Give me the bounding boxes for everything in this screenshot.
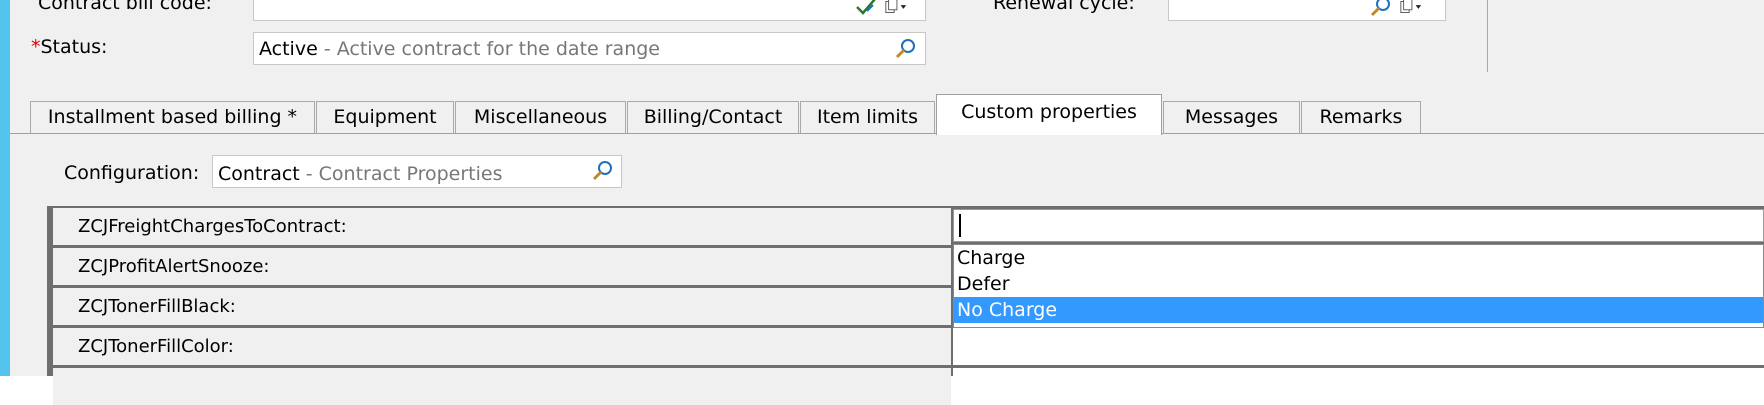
tab-billing-contact[interactable]: Billing/Contact (627, 101, 799, 133)
status-value: Active - Active contract for the date ra… (259, 38, 660, 60)
property-name: ZCJTonerFillBlack: (78, 296, 236, 317)
renewal-cycle-label: Renewal cycle: (993, 0, 1135, 14)
status-label: *Status: (31, 36, 108, 58)
contract-bill-code-field[interactable] (253, 0, 926, 21)
dropdown-option-defer[interactable]: Defer (954, 271, 1763, 297)
magnifier-icon[interactable] (894, 37, 918, 61)
property-name: ZCJFreightChargesToContract: (78, 216, 347, 237)
edit-check-icon[interactable] (854, 0, 878, 19)
property-row-label: ZCJTonerFillColor: (53, 328, 951, 365)
property-row-label (53, 368, 951, 405)
tab-equipment[interactable]: Equipment (316, 101, 454, 133)
dropdown-option-no-charge[interactable]: No Charge (954, 297, 1763, 323)
magnifier-icon[interactable] (591, 159, 615, 183)
property-row-label: ZCJTonerFillBlack: (53, 288, 951, 325)
tab-remarks[interactable]: Remarks (1301, 101, 1421, 133)
property-row-label: ZCJProfitAlertSnooze: (53, 248, 951, 285)
tab-item-limits[interactable]: Item limits (800, 101, 935, 133)
window-accent-bar (0, 0, 10, 376)
contract-bill-code-label: Contract bill code: (38, 0, 212, 14)
property-value-cell[interactable] (953, 368, 1764, 405)
freight-charges-dropdown-input[interactable] (953, 209, 1764, 242)
status-field[interactable]: Active - Active contract for the date ra… (253, 32, 926, 65)
required-marker: * (31, 36, 41, 58)
tab-miscellaneous[interactable]: Miscellaneous (455, 101, 626, 133)
property-value-cell[interactable] (953, 328, 1764, 365)
renewal-cycle-field[interactable] (1168, 0, 1446, 21)
property-name: ZCJTonerFillColor: (78, 336, 234, 357)
configuration-field[interactable]: Contract - Contract Properties (212, 155, 622, 188)
tab-installment-based-billing[interactable]: Installment based billing * (30, 101, 315, 133)
dropdown-option-charge[interactable]: Charge (954, 245, 1763, 271)
configuration-value: Contract - Contract Properties (218, 163, 503, 185)
magnifier-icon[interactable] (1369, 0, 1393, 19)
configuration-label: Configuration: (64, 162, 200, 184)
tab-messages[interactable]: Messages (1163, 101, 1300, 133)
property-name: ZCJProfitAlertSnooze: (78, 256, 270, 277)
text-caret (959, 214, 961, 237)
section-divider (1487, 0, 1488, 72)
tab-custom-properties[interactable]: Custom properties (936, 94, 1162, 135)
dropdown-list[interactable]: Charge Defer No Charge (953, 244, 1764, 328)
copy-dropdown-icon[interactable] (1399, 0, 1423, 19)
copy-dropdown-icon[interactable] (884, 0, 908, 19)
property-row-label: ZCJFreightChargesToContract: (53, 208, 951, 245)
